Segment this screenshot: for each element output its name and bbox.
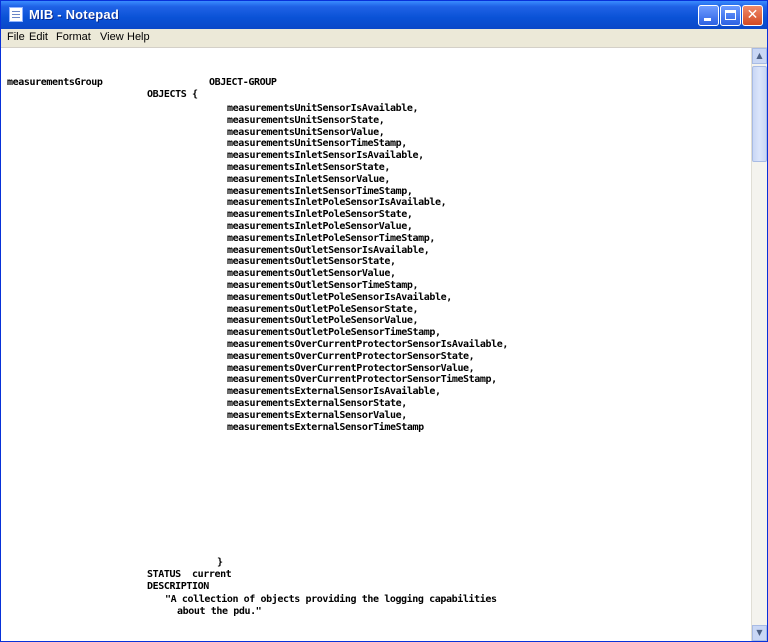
object-entry: measurementsOutletPoleSensorIsAvailable, [227, 292, 452, 303]
objects-close: } [217, 557, 223, 568]
maximize-icon [725, 10, 736, 20]
title-bar[interactable]: MIB - Notepad ✕ [1, 1, 767, 29]
object-entry: measurementsOverCurrentProtectorSensorTi… [227, 374, 497, 385]
vertical-scrollbar[interactable]: ▲ ▼ [751, 48, 767, 641]
close-icon: ✕ [746, 7, 759, 23]
object-entry: measurementsInletSensorIsAvailable, [227, 150, 424, 161]
object-entry: measurementsInletPoleSensorTimeStamp, [227, 233, 435, 244]
objects-open: OBJECTS { [147, 89, 198, 100]
menu-bar: File Edit Format View Help [1, 29, 767, 48]
status-line: STATUS current [147, 569, 232, 580]
object-entry: measurementsExternalSensorIsAvailable, [227, 386, 441, 397]
menu-help[interactable]: Help [127, 31, 150, 43]
close-button[interactable]: ✕ [742, 5, 763, 26]
object-entry: measurementsOutletSensorValue, [227, 268, 396, 279]
description-line-1: "A collection of objects providing the l… [165, 594, 497, 605]
object-entry: measurementsOutletPoleSensorValue, [227, 315, 419, 326]
menu-file[interactable]: File [7, 31, 25, 43]
object-entry: measurementsOverCurrentProtectorSensorIs… [227, 339, 509, 350]
object-entry: measurementsInletSensorState, [227, 162, 390, 173]
scroll-thumb[interactable] [752, 66, 767, 162]
menu-format[interactable]: Format [56, 31, 91, 43]
object-entry: measurementsInletPoleSensorState, [227, 209, 413, 220]
object-entry: measurementsUnitSensorIsAvailable, [227, 103, 419, 114]
object-entry: measurementsInletSensorValue, [227, 174, 390, 185]
minimize-button[interactable] [698, 5, 719, 26]
maximize-button[interactable] [720, 5, 741, 26]
scroll-down-button[interactable]: ▼ [752, 625, 767, 641]
group-name: measurementsGroup [7, 77, 103, 88]
object-entry: measurementsOutletSensorState, [227, 256, 396, 267]
object-entry: measurementsUnitSensorState, [227, 115, 385, 126]
object-entry: measurementsUnitSensorTimeStamp, [227, 138, 407, 149]
menu-view[interactable]: View [100, 31, 124, 43]
object-entry: measurementsInletPoleSensorValue, [227, 221, 413, 232]
menu-edit[interactable]: Edit [29, 31, 48, 43]
notepad-window: MIB - Notepad ✕ File Edit Format View He… [0, 0, 768, 642]
description-line-2: about the pdu." [177, 606, 262, 617]
description-label: DESCRIPTION [147, 581, 209, 592]
object-entry: measurementsExternalSensorTimeStamp [227, 422, 424, 433]
object-entry: measurementsExternalSensorState, [227, 398, 407, 409]
object-entry: measurementsOutletPoleSensorTimeStamp, [227, 327, 441, 338]
window-title: MIB - Notepad [29, 7, 119, 22]
object-entry: measurementsInletPoleSensorIsAvailable, [227, 197, 447, 208]
minimize-icon [704, 18, 711, 21]
object-entry: measurementsOutletSensorTimeStamp, [227, 280, 419, 291]
object-entry: measurementsOverCurrentProtectorSensorSt… [227, 351, 475, 362]
notepad-icon[interactable] [9, 7, 23, 22]
scroll-up-button[interactable]: ▲ [752, 48, 767, 64]
group-type: OBJECT-GROUP [209, 77, 277, 88]
text-editor[interactable]: measurementsGroup OBJECT-GROUP OBJECTS {… [1, 48, 751, 641]
object-entry: measurementsExternalSensorValue, [227, 410, 407, 421]
